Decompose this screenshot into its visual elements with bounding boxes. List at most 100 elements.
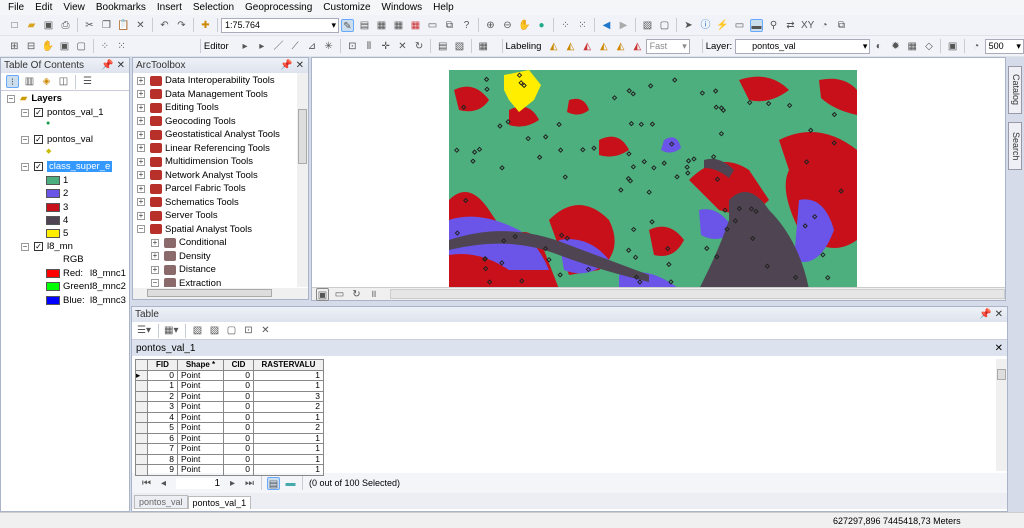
rotate-icon[interactable]: ↻ [413, 40, 426, 53]
table-cell[interactable]: Point [177, 443, 224, 455]
table-cell[interactable]: 0 [223, 422, 254, 434]
pan-layout-icon[interactable]: ✋ [41, 40, 54, 53]
table-cell[interactable]: 1 [253, 443, 324, 455]
record-number-input[interactable]: 1 [176, 477, 220, 489]
layer-visibility-checkbox[interactable]: ✓ [34, 108, 43, 117]
edit-tool-icon[interactable]: ▸ [239, 40, 252, 53]
column-header[interactable]: FID [147, 359, 178, 371]
table-options-icon[interactable]: ☰▾ [137, 324, 151, 337]
menu-help[interactable]: Help [433, 2, 454, 13]
layer-name[interactable]: l8_mn [47, 241, 73, 252]
table-cell[interactable]: 0 [223, 369, 254, 381]
table-cell[interactable]: 0 [223, 443, 254, 455]
table-cell[interactable]: 6 [147, 432, 178, 444]
expand-icon[interactable]: + [137, 130, 145, 139]
table-cell[interactable]: 2 [147, 390, 178, 402]
table-cell[interactable]: 0 [223, 453, 254, 465]
row-selector[interactable] [135, 464, 148, 476]
pause-drawing-icon[interactable]: ॥ [367, 288, 380, 301]
toolbox-item[interactable]: − Spatial Analyst Tools [137, 224, 252, 235]
flicker-rate-icon[interactable]: ◔ [970, 40, 983, 53]
table-tab-pontos-val[interactable]: pontos_val [134, 495, 188, 509]
zoom-whole-page-icon[interactable]: ▣ [58, 40, 71, 53]
table-cell[interactable]: 1 [253, 453, 324, 465]
map-view[interactable]: ▣ ▭ ↻ ॥ [311, 57, 1006, 301]
table-cell[interactable]: 0 [223, 401, 254, 413]
straight-segment-icon[interactable]: ／ [272, 40, 285, 53]
table-cell[interactable]: Point [177, 453, 224, 465]
delete-selected-icon[interactable]: ✕ [259, 324, 272, 337]
html-popup-icon[interactable]: ▭ [733, 19, 746, 32]
forward-icon[interactable]: ▶ [617, 19, 630, 32]
collapse-icon[interactable]: − [21, 135, 29, 144]
menu-customize[interactable]: Customize [323, 2, 370, 13]
split-icon[interactable]: ✕ [396, 40, 409, 53]
first-record-icon[interactable]: ⏮ [140, 477, 153, 490]
expand-icon[interactable]: + [137, 157, 145, 166]
table-cell[interactable]: Point [177, 369, 224, 381]
find-route-icon[interactable]: ⇄ [784, 19, 797, 32]
table-cell[interactable]: 1 [253, 432, 324, 444]
table-cell[interactable]: 1 [253, 380, 324, 392]
expand-icon[interactable]: + [137, 103, 145, 112]
refresh-icon[interactable]: ↻ [350, 288, 363, 301]
table-row[interactable]: 9 Point 0 1 [135, 464, 324, 476]
catalog-icon[interactable]: ▦ [375, 19, 388, 32]
layer-combo[interactable]: pontos_val [735, 38, 871, 54]
table-cell[interactable]: 0 [223, 390, 254, 402]
go-to-xy-icon[interactable]: XY [801, 19, 814, 32]
zoom-out-fixed-icon[interactable]: ⊟ [25, 40, 38, 53]
table-cell[interactable]: 0 [223, 432, 254, 444]
table-cell[interactable]: 2 [253, 422, 324, 434]
undo-icon[interactable]: ↶ [158, 19, 171, 32]
table-row[interactable]: ▸ 0 Point 0 1 [135, 369, 324, 381]
edit-annotation-icon[interactable]: ▸ [255, 40, 268, 53]
table-vertical-scrollbar[interactable] [996, 359, 1007, 471]
modelbuilder-icon[interactable]: ⧉ [443, 19, 456, 32]
collapse-icon[interactable]: − [7, 94, 15, 103]
catalog-tab[interactable]: Catalog [1008, 66, 1022, 114]
contrast-icon[interactable]: ▦ [906, 40, 919, 53]
zoom-out-icon[interactable]: ⊖ [501, 19, 514, 32]
swipe-icon[interactable]: ◐ [872, 40, 885, 53]
toolbox-item[interactable]: + Parcel Fabric Tools [137, 183, 246, 194]
toolbox-item[interactable]: + Linear Referencing Tools [137, 143, 270, 154]
row-selector[interactable] [135, 411, 148, 423]
time-slider-icon[interactable]: ◔ [818, 19, 831, 32]
remove-labels-icon[interactable]: ◭ [631, 40, 644, 53]
clear-selection-icon[interactable]: ▢ [225, 324, 238, 337]
table-cell[interactable]: 0 [223, 411, 254, 423]
expand-icon[interactable]: + [137, 117, 145, 125]
toolset-item[interactable]: − Extraction [151, 278, 221, 287]
table-cell[interactable]: 7 [147, 443, 178, 455]
toolset-item[interactable]: + Density [151, 251, 211, 262]
table-cell[interactable]: 1 [147, 380, 178, 392]
table-cell[interactable]: 3 [253, 390, 324, 402]
back-icon[interactable]: ◀ [600, 19, 613, 32]
table-cell[interactable]: 1 [253, 411, 324, 423]
layer-visibility-checkbox[interactable]: ✓ [34, 135, 43, 144]
toolbox-item[interactable]: + Data Management Tools [137, 89, 268, 100]
pause-labeling-icon[interactable]: ◭ [598, 40, 611, 53]
list-by-drawing-order-icon[interactable]: ⁝ [6, 75, 19, 88]
edit-vertices-icon[interactable]: ⊡ [346, 40, 359, 53]
layer-visibility-checkbox[interactable]: ✓ [34, 162, 43, 171]
row-selector[interactable] [135, 432, 148, 444]
show-selected-records-icon[interactable]: ▬ [284, 477, 297, 490]
column-header[interactable]: CID [223, 359, 254, 371]
table-cell[interactable]: 9 [147, 464, 178, 476]
table-cell[interactable]: Point [177, 432, 224, 444]
toolbox-item[interactable]: + Editing Tools [137, 102, 219, 113]
help-icon[interactable]: ? [460, 19, 473, 32]
table-tab-pontos-val-1[interactable]: pontos_val_1 [187, 496, 252, 509]
toolbox-item[interactable]: + Network Analyst Tools [137, 170, 258, 181]
select-features-icon[interactable]: ▧ [641, 19, 654, 32]
table-row[interactable]: 3 Point 0 2 [135, 401, 324, 413]
previous-record-icon[interactable]: ◂ [157, 477, 170, 490]
table-row[interactable]: 2 Point 0 3 [135, 390, 324, 402]
copy-icon[interactable]: ❐ [100, 19, 113, 32]
close-icon[interactable]: 📌 ✕ [101, 60, 125, 71]
table-row[interactable]: 8 Point 0 1 [135, 453, 324, 465]
arctoolbox-icon[interactable]: ▦ [409, 19, 422, 32]
editor-toolbar-icon[interactable]: ✎ [341, 18, 354, 32]
